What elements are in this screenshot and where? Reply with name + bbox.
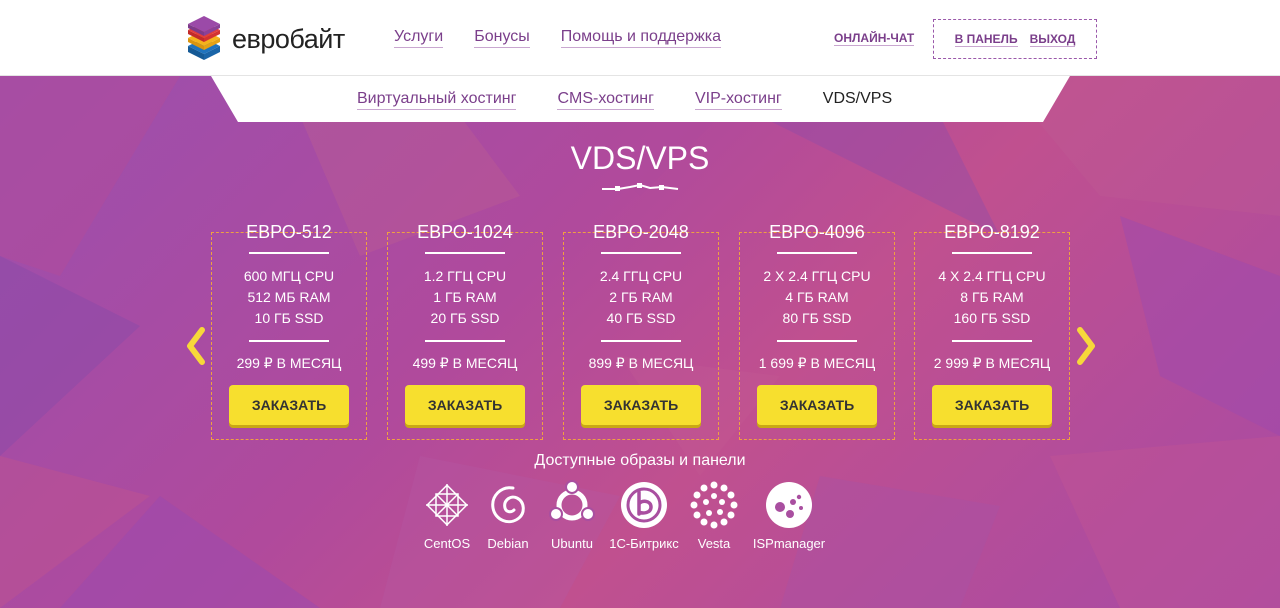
plan-cpu: 600 МГЦ CPU — [243, 268, 335, 284]
plan-ssd: 40 ГБ SSD — [606, 310, 676, 326]
os-label: 1С-Битрикс — [609, 536, 679, 551]
plan-divider — [777, 340, 857, 342]
subnav-cms-hosting[interactable]: CMS-хостинг — [557, 90, 654, 110]
plan-card: ЕВРО-8192 4 X 2.4 ГГЦ CPU 8 ГБ RAM 160 Г… — [914, 222, 1070, 440]
subnav-vip-hosting[interactable]: VIP-хостинг — [694, 90, 782, 110]
order-button[interactable]: ЗАКАЗАТЬ — [932, 385, 1052, 425]
logo-cube-icon — [188, 16, 220, 60]
plan-divider — [952, 340, 1032, 342]
plan-card: ЕВРО-512 600 МГЦ CPU 512 МБ RAM 10 ГБ SS… — [211, 222, 367, 440]
plan-cpu: 1.2 ГГЦ CPU — [423, 268, 507, 284]
plan-specs: 2.4 ГГЦ CPU 2 ГБ RAM 40 ГБ SSD — [563, 266, 719, 329]
os-label: Vesta — [697, 536, 731, 551]
title-divider-icon — [602, 183, 679, 191]
os-label: Ubuntu — [551, 536, 593, 551]
nav-services[interactable]: Услуги — [394, 28, 444, 48]
logo[interactable]: евробайт — [184, 16, 345, 62]
plan-name: ЕВРО-1024 — [417, 222, 513, 242]
os-item-ispmanager[interactable]: ISPmanager — [744, 480, 834, 551]
plan-ssd: 160 ГБ SSD — [953, 310, 1031, 326]
order-button[interactable]: ЗАКАЗАТЬ — [757, 385, 877, 425]
plan-ram: 4 ГБ RAM — [785, 289, 849, 305]
subnav-virtual-hosting[interactable]: Виртуальный хостинг — [357, 90, 517, 110]
panel-link[interactable]: В ПАНЕЛЬ — [954, 32, 1018, 47]
plan-divider — [601, 340, 681, 342]
plan-ssd: 80 ГБ SSD — [782, 310, 852, 326]
plan-price: 2 999 ₽ В МЕСЯЦ — [933, 355, 1051, 371]
os-item-debian[interactable]: Debian — [476, 480, 540, 551]
plan-specs: 600 МГЦ CPU 512 МБ RAM 10 ГБ SSD — [211, 266, 367, 329]
plan-specs: 2 X 2.4 ГГЦ CPU 4 ГБ RAM 80 ГБ SSD — [739, 266, 895, 329]
plan-ram: 1 ГБ RAM — [433, 289, 497, 305]
plan-ssd: 20 ГБ SSD — [430, 310, 500, 326]
os-item-ubuntu[interactable]: Ubuntu — [540, 480, 604, 551]
plan-divider — [425, 340, 505, 342]
account-box: В ПАНЕЛЬ ВЫХОД — [933, 19, 1097, 59]
ubuntu-icon — [549, 480, 595, 521]
online-chat-link[interactable]: ОНЛАЙН-ЧАТ — [834, 31, 915, 46]
plan-divider — [249, 252, 329, 254]
nav-bonuses[interactable]: Бонусы — [474, 28, 530, 48]
plan-price: 499 ₽ В МЕСЯЦ — [412, 355, 518, 371]
images-title: Доступные образы и панели — [534, 452, 746, 469]
ispmanager-icon — [766, 482, 812, 528]
os-item-bitrix[interactable]: 1С-Битрикс — [604, 480, 684, 551]
os-item-centos[interactable]: CentOS — [418, 480, 476, 551]
page-title: VDS/VPS — [570, 140, 710, 176]
plan-ram: 512 МБ RAM — [247, 289, 331, 305]
os-label: Debian — [487, 536, 529, 551]
site-header: евробайт Услуги Бонусы Помощь и поддержк… — [0, 0, 1280, 76]
plan-ssd: 10 ГБ SSD — [254, 310, 324, 326]
vesta-icon — [690, 481, 738, 529]
plan-divider — [249, 340, 329, 342]
os-label: CentOS — [423, 536, 471, 551]
plan-card: ЕВРО-4096 2 X 2.4 ГГЦ CPU 4 ГБ RAM 80 ГБ… — [739, 222, 895, 440]
next-arrow-icon[interactable] — [1074, 326, 1098, 366]
prev-arrow-icon[interactable] — [184, 326, 208, 366]
order-button[interactable]: ЗАКАЗАТЬ — [405, 385, 525, 425]
plan-price: 1 699 ₽ В МЕСЯЦ — [758, 355, 876, 371]
logo-text: евробайт — [232, 23, 345, 54]
plan-price: 299 ₽ В МЕСЯЦ — [236, 355, 342, 371]
plan-cpu: 2.4 ГГЦ CPU — [599, 268, 683, 284]
order-button[interactable]: ЗАКАЗАТЬ — [229, 385, 349, 425]
plan-specs: 4 X 2.4 ГГЦ CPU 8 ГБ RAM 160 ГБ SSD — [914, 266, 1070, 329]
plan-name: ЕВРО-4096 — [769, 222, 865, 242]
subnav-tab: Виртуальный хостинг CMS-хостинг VIP-хост… — [211, 76, 1070, 122]
order-button[interactable]: ЗАКАЗАТЬ — [581, 385, 701, 425]
debian-icon — [491, 486, 525, 524]
os-label: ISPmanager — [752, 536, 826, 551]
nav-support[interactable]: Помощь и поддержка — [560, 28, 722, 48]
plan-ram: 8 ГБ RAM — [960, 289, 1024, 305]
plan-ram: 2 ГБ RAM — [609, 289, 673, 305]
plan-name: ЕВРО-512 — [246, 222, 332, 242]
plan-cpu: 4 X 2.4 ГГЦ CPU — [938, 268, 1046, 284]
subnav: Виртуальный хостинг CMS-хостинг VIP-хост… — [357, 90, 892, 110]
plan-name: ЕВРО-8192 — [944, 222, 1040, 242]
subnav-vds-vps: VDS/VPS — [822, 90, 893, 107]
plan-specs: 1.2 ГГЦ CPU 1 ГБ RAM 20 ГБ SSD — [387, 266, 543, 329]
centos-icon — [426, 484, 468, 526]
bitrix-icon — [621, 482, 667, 528]
plan-divider — [601, 252, 681, 254]
plan-card: ЕВРО-1024 1.2 ГГЦ CPU 1 ГБ RAM 20 ГБ SSD… — [387, 222, 543, 440]
plan-cpu: 2 X 2.4 ГГЦ CPU — [763, 268, 871, 284]
plan-divider — [952, 252, 1032, 254]
plan-price: 899 ₽ В МЕСЯЦ — [588, 355, 694, 371]
plan-name: ЕВРО-2048 — [593, 222, 689, 242]
plan-divider — [777, 252, 857, 254]
plan-card: ЕВРО-2048 2.4 ГГЦ CPU 2 ГБ RAM 40 ГБ SSD… — [563, 222, 719, 440]
os-item-vesta[interactable]: Vesta — [684, 480, 744, 551]
main-nav: Услуги Бонусы Помощь и поддержка — [394, 28, 752, 48]
os-list: CentOS Debian Ubuntu 1С-Битрикс Vesta IS… — [418, 480, 834, 551]
plan-divider — [425, 252, 505, 254]
logout-link[interactable]: ВЫХОД — [1029, 32, 1076, 47]
